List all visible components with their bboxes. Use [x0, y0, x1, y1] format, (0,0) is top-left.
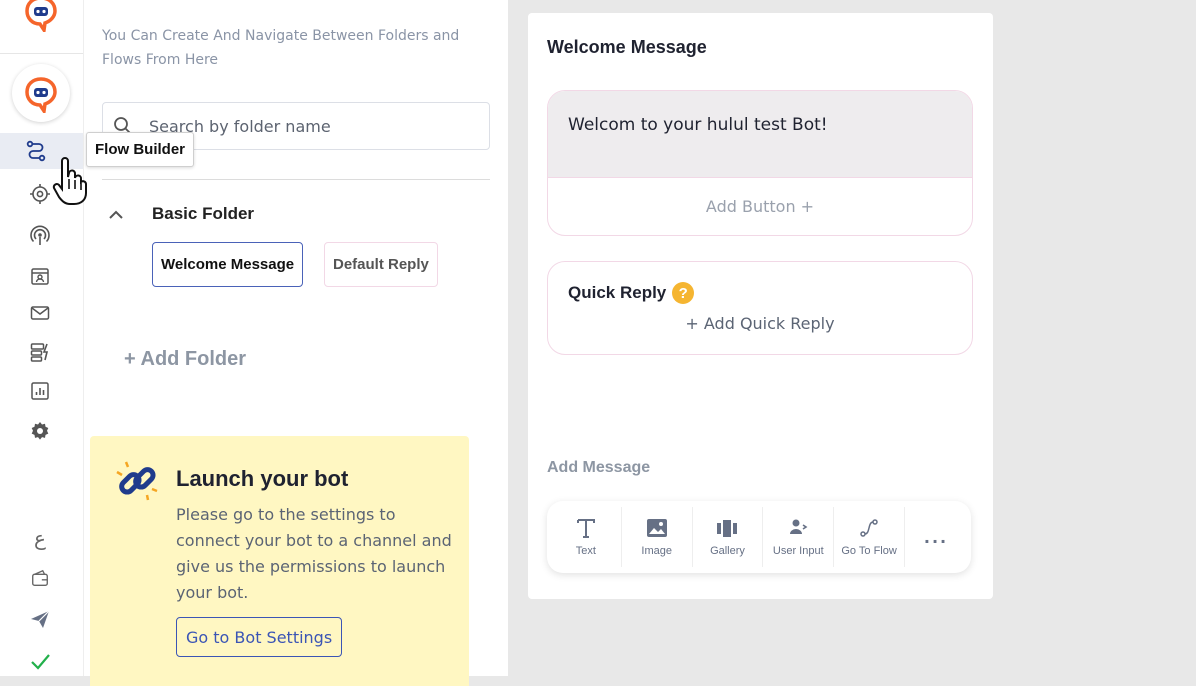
- text-icon: [576, 519, 595, 538]
- launch-bot-card: Launch your bot Please go to the setting…: [90, 436, 469, 686]
- more-options-button[interactable]: ...: [905, 507, 967, 567]
- contact-card-icon: [31, 268, 49, 285]
- sidebar-item-automation[interactable]: [22, 334, 58, 370]
- folder-title: Basic Folder: [152, 204, 255, 223]
- tool-label: User Input: [772, 545, 824, 557]
- chevron-up-icon[interactable]: [108, 208, 124, 220]
- sidebar-item-send[interactable]: [22, 601, 58, 637]
- link-chain-icon: [116, 461, 158, 501]
- rail-divider: [0, 53, 83, 54]
- flow-editor-card: Welcome Message Welcom to your hulul tes…: [528, 13, 993, 599]
- launch-title: Launch your bot: [176, 466, 349, 491]
- app-logo-icon: [24, 0, 58, 35]
- add-text-button[interactable]: Text: [551, 507, 622, 567]
- tool-label: Text: [575, 545, 596, 557]
- go-to-bot-settings-button[interactable]: Go to Bot Settings: [176, 617, 343, 657]
- user-input-icon: [790, 519, 808, 534]
- flow-chip-welcome-message[interactable]: Welcome Message: [152, 242, 304, 287]
- wallet-icon: [32, 569, 48, 586]
- sidebar-item-messages[interactable]: [22, 295, 58, 331]
- help-icon[interactable]: ?: [672, 282, 695, 304]
- add-button-link[interactable]: Add Button +: [548, 177, 972, 235]
- message-text[interactable]: Welcom to your hulul test Bot!: [548, 91, 972, 177]
- add-message-toolbar: Text Image Gallery User Input Go To Flow…: [547, 501, 971, 573]
- gear-brain-icon: [30, 184, 50, 204]
- go-to-flow-button[interactable]: Go To Flow: [834, 507, 905, 567]
- flow-icon: [26, 140, 45, 162]
- flow-builder-tooltip: Flow Builder: [86, 132, 194, 167]
- text-message-card: Welcom to your hulul test Bot! Add Butto…: [547, 90, 973, 236]
- broadcast-icon: [30, 225, 50, 245]
- mail-icon: [30, 306, 50, 320]
- sidebar-item-settings[interactable]: [22, 413, 58, 449]
- sidebar-item-broadcast[interactable]: [22, 218, 58, 254]
- flow-chip-default-reply[interactable]: Default Reply: [324, 242, 438, 287]
- panel-intro-text: You Can Create And Navigate Between Fold…: [102, 28, 460, 68]
- icon-sidebar: ع: [0, 0, 84, 676]
- quick-reply-card: Quick Reply ? + Add Quick Reply: [547, 261, 973, 355]
- gallery-icon: [717, 520, 738, 537]
- add-user-input-button[interactable]: User Input: [763, 507, 835, 567]
- lightning-list-icon: [30, 343, 49, 362]
- tool-label: Image: [641, 545, 672, 557]
- folders-panel: You Can Create And Navigate Between Fold…: [84, 0, 508, 686]
- flow-branch-icon: [860, 519, 878, 537]
- image-icon: [646, 519, 667, 537]
- bot-logo-icon: [25, 77, 57, 113]
- launch-description: Please go to the settings to connect you…: [176, 505, 452, 602]
- quick-reply-title: Quick Reply ?: [568, 282, 695, 304]
- sidebar-item-status: [22, 643, 58, 679]
- checkmark-icon: [31, 654, 50, 670]
- folder-header[interactable]: Basic Folder: [108, 204, 254, 224]
- sidebar-item-language[interactable]: ع: [22, 520, 58, 556]
- sidebar-item-contacts[interactable]: [22, 258, 58, 294]
- add-message-label: Add Message: [547, 459, 651, 476]
- sidebar-item-wallet[interactable]: [22, 560, 58, 596]
- add-quick-reply-button[interactable]: + Add Quick Reply: [548, 314, 972, 333]
- add-image-button[interactable]: Image: [622, 507, 693, 567]
- add-folder-button[interactable]: + Add Folder: [124, 348, 246, 371]
- arabic-letter-icon: ع: [34, 526, 46, 550]
- tool-label: Gallery: [710, 545, 745, 557]
- panel-divider: [102, 179, 490, 180]
- hand-cursor-icon: [52, 157, 88, 205]
- sidebar-item-analytics[interactable]: [22, 373, 58, 409]
- cog-icon: [31, 422, 49, 440]
- bot-avatar[interactable]: [12, 64, 70, 122]
- editor-title: Welcome Message: [547, 37, 707, 57]
- tool-label: Go To Flow: [841, 545, 897, 557]
- add-gallery-button[interactable]: Gallery: [693, 507, 764, 567]
- quick-reply-label: Quick Reply: [568, 283, 667, 302]
- folder-search-input[interactable]: [147, 115, 471, 137]
- paper-plane-icon: [31, 610, 50, 628]
- bar-chart-icon: [31, 382, 49, 400]
